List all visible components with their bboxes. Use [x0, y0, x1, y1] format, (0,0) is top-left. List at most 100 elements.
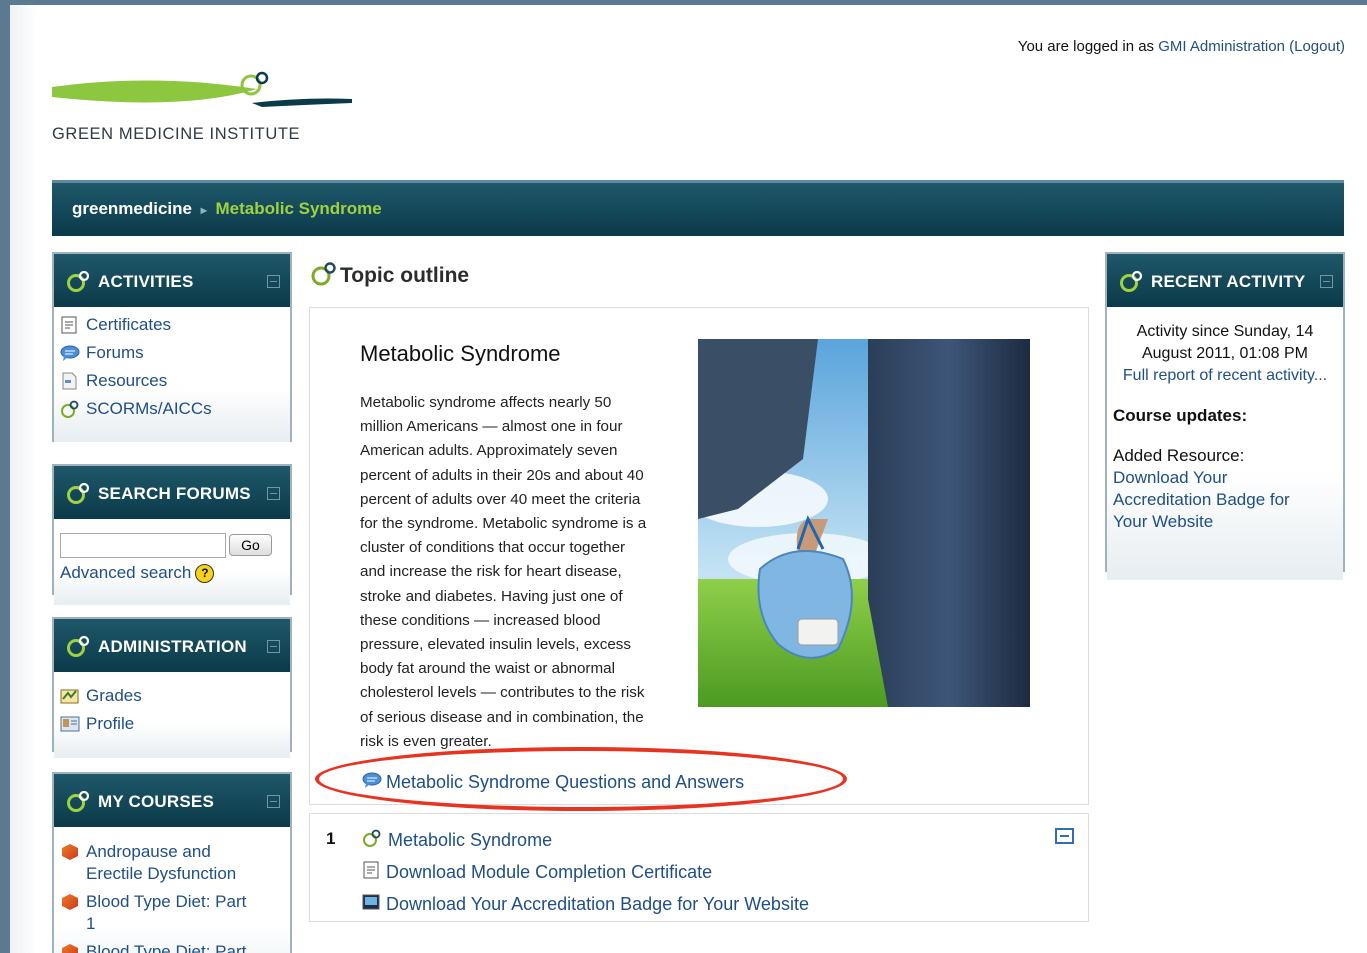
section-item-label[interactable]: Download Module Completion Certificate: [386, 862, 712, 883]
search-go-button[interactable]: Go: [229, 534, 272, 556]
help-icon[interactable]: ?: [195, 563, 215, 583]
profile-icon: [60, 715, 80, 733]
my-courses-block: MY COURSES Andropause and Erectile Dysfun…: [52, 772, 292, 953]
gmi-swirl-icon: [66, 481, 92, 510]
section-number: 1: [326, 829, 336, 848]
full-report-link[interactable]: Full report of recent activity...: [1123, 367, 1327, 384]
admin-item-label[interactable]: Grades: [86, 686, 142, 706]
description-line: Metabolic syndrome affects nearly 50: [360, 394, 612, 411]
activity-item-resources[interactable]: Resources: [60, 367, 284, 395]
course-line2: Erectile Dysfunction: [86, 864, 237, 883]
description-line: stroke and diabetes. Having just one of: [360, 587, 623, 605]
collapse-toggle-icon[interactable]: [267, 640, 280, 653]
collapse-toggle-icon[interactable]: [1320, 275, 1333, 288]
course-link[interactable]: Blood Type Diet: Part: [86, 941, 246, 953]
administration-title: ADMINISTRATION: [98, 637, 247, 656]
advanced-search-row: Advanced search ?: [60, 563, 215, 583]
search-forums-body: Go Advanced search ?: [54, 519, 290, 605]
course-updates-heading: Course updates:: [1113, 406, 1248, 425]
breadcrumb-current: Metabolic Syndrome: [215, 199, 382, 218]
gmi-swirl-icon: [1119, 269, 1145, 298]
login-info: You are logged in as GMI Administration …: [1018, 38, 1345, 55]
collapse-toggle-icon[interactable]: [267, 275, 280, 288]
gmi-swirl-icon: [311, 262, 336, 286]
course-link[interactable]: Blood Type Diet: Part 1: [86, 891, 246, 935]
description-line: American adults. Approximately seven: [360, 442, 618, 460]
description-line: cluster of conditions that occur togethe…: [360, 539, 626, 557]
topic-outline-title: Topic outline: [340, 264, 470, 287]
description-line: cholesterol levels — contributes to the …: [360, 684, 645, 702]
admin-item-label[interactable]: Profile: [86, 714, 134, 734]
my-courses-list: Andropause and Erectile Dysfunction Blood…: [54, 827, 290, 953]
activity-item-label[interactable]: Certificates: [86, 315, 171, 335]
description-line: for the syndrome. Metabolic syndrome is …: [360, 515, 647, 533]
section-item-scorm[interactable]: Metabolic Syndrome: [362, 829, 552, 852]
collapse-toggle-icon[interactable]: [267, 487, 280, 500]
login-prefix: You are logged in as: [1017, 38, 1155, 55]
breadcrumb: greenmedicine ▸ Metabolic Syndrome: [72, 199, 382, 219]
admin-item-profile[interactable]: Profile: [60, 710, 284, 738]
admin-item-grades[interactable]: Grades: [60, 682, 284, 710]
page: You are logged in as GMI Administration …: [10, 5, 1367, 953]
recent-activity-header: RECENT ACTIVITY: [1107, 254, 1343, 307]
administration-list: Grades Profile: [54, 672, 290, 758]
logo-text: GREEN MEDICINE INSTITUTE: [52, 125, 301, 143]
course-line1: Blood Type Diet: Part: [86, 942, 247, 953]
section-1: 1 Metabolic Syndrome Download Module Com…: [309, 813, 1089, 922]
logout-link[interactable]: (Logout): [1289, 38, 1345, 55]
activity-item-certificates[interactable]: Certificates: [60, 311, 284, 339]
link-line: Your Website: [1113, 512, 1214, 531]
activities-header: ACTIVITIES: [54, 254, 290, 307]
course-cube-icon: [62, 844, 78, 860]
activity-item-scorms[interactable]: SCORMs/AICCs: [60, 395, 284, 423]
certificate-icon: [362, 861, 380, 884]
certificate-icon: [60, 316, 80, 334]
section-description: Metabolic syndrome affects nearly 50 mill…: [360, 391, 690, 754]
gmi-swirl-icon: [66, 269, 92, 298]
course-item[interactable]: Blood Type Diet: Part: [60, 941, 284, 953]
description-line: body fat around the waist or abnormal: [360, 660, 615, 678]
activity-item-label[interactable]: SCORMs/AICCs: [86, 399, 212, 419]
site-logo[interactable]: GREEN MEDICINE INSTITUTE: [52, 67, 357, 157]
description-line: these conditions — increased blood: [360, 611, 601, 629]
description-line: of serious disease and in combination, t…: [360, 708, 644, 726]
resource-icon: [60, 372, 80, 390]
course-item[interactable]: Andropause and Erectile Dysfunction: [60, 841, 284, 885]
activities-block: ACTIVITIES Certificates Forums Resources…: [52, 252, 292, 442]
activity-item-label[interactable]: Forums: [86, 343, 144, 363]
grades-icon: [60, 687, 80, 705]
section-item-badge[interactable]: Download Your Accreditation Badge for Yo…: [362, 893, 809, 916]
navbar: greenmedicine ▸ Metabolic Syndrome: [52, 180, 1344, 236]
forum-search-input[interactable]: [60, 533, 226, 558]
course-item[interactable]: Blood Type Diet: Part 1: [60, 891, 284, 935]
link-line: Download Your: [1113, 468, 1228, 487]
search-forums-block: SEARCH FORUMS Go Advanced search ?: [52, 464, 292, 605]
activity-item-label[interactable]: Resources: [86, 371, 167, 391]
my-courses-header: MY COURSES: [54, 774, 290, 827]
topic-outline-heading: Topic outline: [310, 262, 469, 288]
description-line: pressure, elevated insulin levels, exces…: [360, 636, 631, 654]
breadcrumb-home[interactable]: greenmedicine: [72, 199, 192, 218]
logo-swoosh-icon: [52, 71, 352, 107]
added-resource-link[interactable]: Download Your Accreditation Badge for Yo…: [1113, 467, 1337, 533]
section-item-label[interactable]: Download Your Accreditation Badge for Yo…: [386, 894, 809, 915]
collapse-section-icon[interactable]: [1055, 828, 1074, 844]
course-line1: Andropause and: [86, 842, 211, 861]
section-item-label[interactable]: Metabolic Syndrome: [388, 830, 552, 851]
advanced-search-link[interactable]: Advanced search: [60, 563, 191, 583]
section-item-certificate[interactable]: Download Module Completion Certificate: [362, 861, 712, 884]
search-forums-header: SEARCH FORUMS: [54, 466, 290, 519]
course-link[interactable]: Andropause and Erectile Dysfunction: [86, 841, 236, 885]
scorm-icon: [362, 829, 382, 852]
activity-item-forums[interactable]: Forums: [60, 339, 284, 367]
recent-activity-block: RECENT ACTIVITY Activity since Sunday, 1…: [1105, 252, 1345, 580]
user-link[interactable]: GMI Administration: [1158, 38, 1285, 55]
collapse-toggle-icon[interactable]: [267, 795, 280, 808]
administration-header: ADMINISTRATION: [54, 619, 290, 672]
description-line: percent of adults over 40 meet the crite…: [360, 490, 641, 508]
description-line: and increase the risk for heart disease,: [360, 563, 622, 581]
administration-block: ADMINISTRATION Grades Profile: [52, 617, 292, 758]
added-resource-label: Added Resource:: [1113, 446, 1245, 465]
link-line: Accreditation Badge for: [1113, 490, 1290, 509]
activity-since-line2: August 2011, 01:08 PM: [1141, 345, 1309, 362]
